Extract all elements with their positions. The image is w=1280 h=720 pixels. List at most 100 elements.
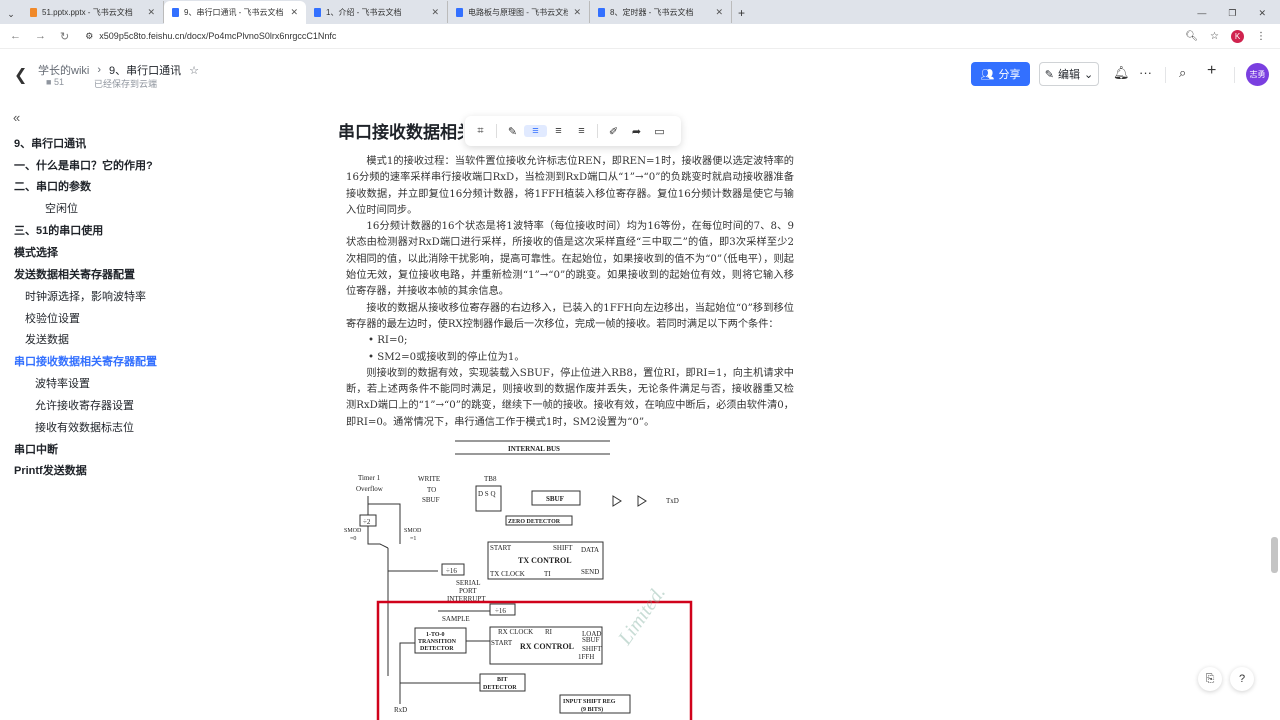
svg-text:÷16: ÷16 (446, 567, 457, 575)
favorite-star-icon[interactable]: ☆ (189, 64, 199, 77)
svg-text:PORT: PORT (459, 587, 477, 595)
breadcrumb-current[interactable]: 9、串行口通讯 (109, 62, 181, 78)
outline-item[interactable]: 空闲位 (45, 200, 78, 216)
search-icon[interactable]: ⌕ (1179, 65, 1186, 81)
comment-icon[interactable]: ▭ (648, 125, 671, 138)
outline-item[interactable]: 波特率设置 (35, 375, 90, 391)
space-count: ■ 51 (46, 77, 64, 87)
help-icon[interactable]: ? (1230, 667, 1254, 691)
chevron-down-icon: ⌄ (1084, 68, 1094, 81)
svg-text:SBUF: SBUF (422, 496, 440, 504)
svg-text:SHIFT: SHIFT (582, 645, 602, 653)
share-button[interactable]: 👥︎ 分享 (971, 62, 1030, 86)
collapse-sidebar-icon[interactable]: « (13, 110, 20, 125)
site-info-icon[interactable]: ⚙ (85, 31, 93, 42)
browser-tab[interactable]: 电路板与原理图 - 飞书云文档 ✕ (448, 1, 590, 23)
outline-item[interactable]: 串口中断 (14, 441, 58, 457)
outline-item[interactable]: 接收有效数据标志位 (35, 419, 134, 435)
svg-text:÷2: ÷2 (363, 518, 371, 526)
close-tab-icon[interactable]: ✕ (715, 7, 723, 18)
back-chevron-icon[interactable]: ❮ (14, 65, 27, 85)
crop-icon[interactable]: ⌗ (469, 125, 492, 138)
svg-text:RX CLOCK: RX CLOCK (498, 628, 533, 636)
internal-bus: INTERNAL BUS (455, 440, 610, 455)
vertical-scrollbar[interactable] (1271, 537, 1278, 573)
browser-tab[interactable]: 1、介绍 - 飞书云文档 ✕ (306, 1, 448, 23)
edit-mode-button[interactable]: ✎ 编辑 ⌄ (1039, 62, 1099, 86)
svg-text:SMOD: SMOD (404, 528, 422, 534)
svg-text:RxD: RxD (394, 706, 407, 714)
serial-port-block-diagram[interactable]: INTERNAL BUS SBUF D S Q TB8 ZERO DETECTO… (338, 436, 718, 720)
outline-item[interactable]: 一、什么是串口？它的作用? (14, 157, 153, 173)
section-heading[interactable]: 串口接收数据相关寄存器配置 (338, 118, 463, 143)
outline-item[interactable]: 模式选择 (14, 244, 58, 260)
svg-text:TO: TO (427, 486, 436, 494)
svg-text:TB8: TB8 (484, 475, 497, 483)
bookmark-star-icon[interactable]: ☆ (1210, 31, 1219, 42)
align-center-icon[interactable]: ≡ (547, 125, 570, 137)
forward-icon[interactable]: → (35, 30, 46, 43)
outline-item[interactable]: 三、51的串口使用 (14, 222, 103, 238)
svg-text:=1: =1 (410, 536, 416, 542)
doc-icon (314, 7, 321, 17)
outline-item[interactable]: 发送数据 (25, 331, 69, 347)
doc-tools-icon[interactable]: ⎘ (1198, 667, 1222, 691)
outline-item[interactable]: 允许接收寄存器设置 (35, 397, 134, 413)
svg-text:(9 BITS): (9 BITS) (581, 706, 603, 713)
close-window-icon[interactable]: ✕ (1258, 8, 1266, 19)
outline-item[interactable]: 发送数据相关寄存器配置 (14, 266, 135, 282)
zoom-icon[interactable]: 🔍︎ (1185, 31, 1198, 42)
svg-text:TRANSITION: TRANSITION (418, 639, 457, 645)
user-avatar[interactable]: 志勇 (1246, 63, 1269, 86)
menu-icon[interactable]: ⋮ (1256, 31, 1266, 42)
image-toolbar: ⌗ ✎ ≡ ≡ ≡ ✐ ➦ ▭ (465, 116, 681, 146)
bell-icon[interactable]: 🔔︎ (1113, 65, 1130, 81)
share-icon[interactable]: ➦ (625, 125, 648, 138)
browser-tab[interactable]: 8、定时器 - 飞书云文档 ✕ (590, 1, 732, 23)
outline-item[interactable]: Printf发送数据 (14, 462, 87, 478)
doc-header: ❮ 学长的wiki › 9、串行口通讯 ☆ ■ 51 已经保存到云端 👥︎ 分享 … (0, 55, 1280, 97)
close-tab-icon[interactable]: ✕ (573, 7, 581, 18)
url-field[interactable]: ⚙ x509p5c8to.feishu.cn/docx/Po4mcPlvnoS0… (85, 31, 1185, 42)
users-icon: 👥︎ (980, 68, 995, 81)
restore-icon[interactable]: ❐ (1228, 8, 1236, 19)
svg-text:Limited.: Limited. (614, 582, 671, 650)
svg-text:RX CONTROL: RX CONTROL (520, 642, 574, 651)
new-tab-button[interactable]: + (732, 2, 751, 24)
doc-icon (598, 7, 605, 17)
svg-text:TX CLOCK: TX CLOCK (490, 570, 525, 578)
more-icon[interactable]: ··· (1139, 65, 1152, 80)
tab-search-dropdown[interactable]: ⌄ (0, 4, 22, 24)
scanned-text-image[interactable]: 模式1的接收过程：当软件置位接收允许标志位REN，即REN=1时，接收器便以选定… (346, 154, 794, 431)
svg-text:TxD: TxD (666, 497, 679, 505)
outline-item-active[interactable]: 串口接收数据相关寄存器配置 (14, 353, 157, 369)
svg-text:DATA: DATA (581, 546, 599, 554)
align-left-icon[interactable]: ≡ (524, 125, 547, 137)
plus-icon[interactable]: + (1207, 62, 1216, 80)
reload-icon[interactable]: ↻ (60, 30, 69, 43)
svg-text:SHIFT: SHIFT (553, 544, 573, 552)
edit-image-icon[interactable]: ✐ (602, 125, 625, 138)
outline-item[interactable]: 二、串口的参数 (14, 178, 91, 194)
minimize-icon[interactable]: — (1197, 8, 1206, 18)
close-tab-icon[interactable]: ✕ (431, 7, 439, 18)
outline-item[interactable]: 时钟源选择，影响波特率 (25, 288, 146, 304)
annotate-icon[interactable]: ✎ (501, 125, 524, 138)
doc-icon (172, 8, 179, 17)
align-right-icon[interactable]: ≡ (570, 125, 593, 137)
profile-avatar[interactable]: K (1231, 29, 1244, 43)
svg-text:RI: RI (545, 628, 553, 636)
chevron-right-icon: › (97, 64, 102, 76)
browser-tab[interactable]: 51.pptx.pptx - 飞书云文档 ✕ (22, 1, 164, 23)
svg-text:INPUT SHIFT REG: INPUT SHIFT REG (563, 699, 616, 705)
breadcrumb-root[interactable]: 学长的wiki (38, 62, 89, 78)
outline-item[interactable]: 9、串行口通讯 (14, 135, 86, 151)
back-icon[interactable]: ← (10, 30, 21, 43)
browser-tab-active[interactable]: 9、串行口通讯 - 飞书云文档 ✕ (164, 1, 306, 24)
close-tab-icon[interactable]: ✕ (290, 7, 298, 18)
outline-item[interactable]: 校验位设置 (25, 310, 80, 326)
svg-text:Timer 1: Timer 1 (358, 474, 381, 482)
svg-text:BIT: BIT (497, 677, 507, 683)
close-tab-icon[interactable]: ✕ (147, 7, 155, 18)
divider (1165, 67, 1166, 83)
